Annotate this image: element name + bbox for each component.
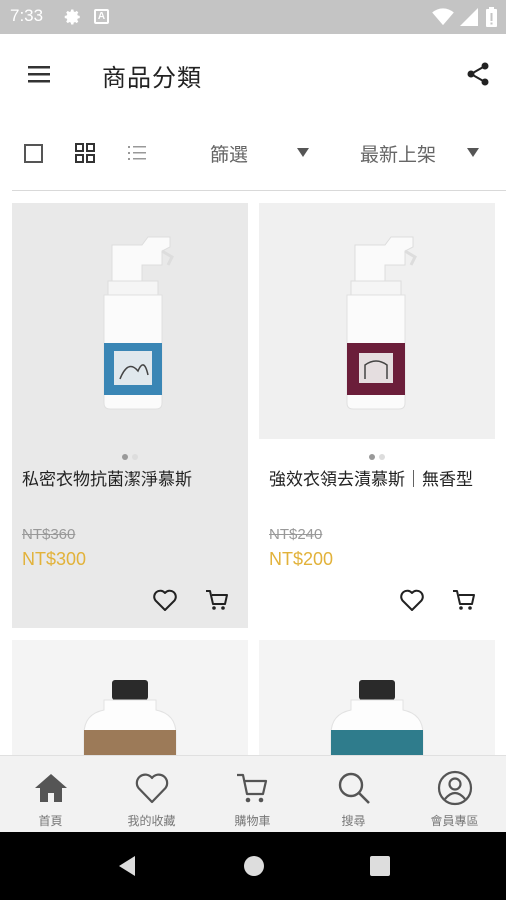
status-bar: 7:33 A bbox=[0, 0, 506, 34]
system-navigation-bar bbox=[0, 832, 506, 900]
menu-icon[interactable] bbox=[22, 60, 58, 90]
home-circle-icon[interactable] bbox=[242, 854, 266, 878]
search-icon bbox=[338, 772, 370, 804]
product-image[interactable] bbox=[12, 203, 248, 439]
back-icon[interactable] bbox=[115, 854, 139, 878]
settings-icon bbox=[64, 9, 80, 25]
nav-search-label: 搜尋 bbox=[341, 814, 366, 828]
single-view-icon[interactable] bbox=[24, 144, 43, 163]
nav-cart-label: 購物車 bbox=[234, 814, 271, 828]
sale-price: NT$300 bbox=[22, 549, 87, 569]
product-grid: 私密衣物抗菌潔淨慕斯 NT$360 NT$300 強效衣領去漬慕斯｜無香型 NT… bbox=[0, 191, 506, 755]
cart-icon[interactable] bbox=[451, 587, 477, 613]
sort-dropdown[interactable]: 最新上架 bbox=[360, 138, 490, 168]
bottom-navigation: 首頁 我的收藏 購物車 搜尋 會員專區 bbox=[0, 755, 506, 832]
nav-member-label: 會員專區 bbox=[430, 814, 479, 828]
chevron-down-icon bbox=[297, 148, 309, 157]
bottle-image bbox=[12, 640, 248, 755]
nav-search[interactable]: 搜尋 bbox=[303, 756, 404, 833]
status-time: 7:33 bbox=[10, 6, 44, 25]
original-price: NT$360 bbox=[22, 526, 76, 543]
product-card[interactable] bbox=[12, 640, 248, 755]
product-name: 強效衣領去漬慕斯｜無香型 bbox=[269, 470, 473, 490]
home-icon bbox=[35, 774, 67, 802]
product-card[interactable]: 強效衣領去漬慕斯｜無香型 NT$240 NT$200 bbox=[259, 203, 495, 628]
share-icon[interactable] bbox=[464, 60, 492, 88]
heart-icon bbox=[135, 773, 169, 804]
page-title: 商品分類 bbox=[102, 64, 202, 92]
image-pager-dots bbox=[12, 445, 248, 460]
heart-icon[interactable] bbox=[152, 587, 178, 613]
product-image[interactable] bbox=[259, 203, 495, 439]
product-image[interactable] bbox=[12, 640, 248, 755]
original-price: NT$240 bbox=[269, 526, 323, 543]
recents-icon[interactable] bbox=[369, 855, 391, 877]
heart-icon[interactable] bbox=[399, 587, 425, 613]
product-name: 私密衣物抗菌潔淨慕斯 bbox=[22, 470, 192, 490]
spray-bottle-image bbox=[12, 203, 248, 439]
product-card[interactable] bbox=[259, 640, 495, 755]
chevron-down-icon bbox=[467, 148, 479, 157]
filter-dropdown[interactable]: 篩選 bbox=[210, 138, 320, 168]
cart-icon[interactable] bbox=[204, 587, 230, 613]
nav-favorites-label: 我的收藏 bbox=[127, 814, 176, 828]
spray-bottle-image bbox=[259, 203, 495, 439]
app-bar: 商品分類 bbox=[0, 34, 506, 114]
product-card[interactable]: 私密衣物抗菌潔淨慕斯 NT$360 NT$300 bbox=[12, 203, 248, 628]
user-icon bbox=[437, 770, 473, 806]
wifi-icon bbox=[432, 8, 454, 26]
nav-favorites[interactable]: 我的收藏 bbox=[101, 756, 202, 833]
sort-label: 最新上架 bbox=[360, 144, 437, 166]
image-pager-dots bbox=[259, 445, 495, 460]
bottle-image bbox=[259, 640, 495, 755]
list-view-icon[interactable] bbox=[127, 143, 147, 163]
signal-icon bbox=[460, 8, 478, 26]
nav-cart[interactable]: 購物車 bbox=[202, 756, 303, 833]
nav-home[interactable]: 首頁 bbox=[0, 756, 101, 833]
grid-view-icon[interactable] bbox=[75, 143, 95, 163]
sale-price: NT$200 bbox=[269, 549, 334, 569]
product-image[interactable] bbox=[259, 640, 495, 755]
view-toolbar: 篩選 最新上架 bbox=[0, 126, 506, 182]
battery-icon bbox=[486, 7, 497, 27]
nav-member[interactable]: 會員專區 bbox=[404, 756, 505, 833]
notification-a-icon: A bbox=[94, 9, 109, 24]
nav-home-label: 首頁 bbox=[38, 814, 63, 828]
cart-icon bbox=[237, 773, 268, 803]
filter-label: 篩選 bbox=[210, 144, 249, 166]
